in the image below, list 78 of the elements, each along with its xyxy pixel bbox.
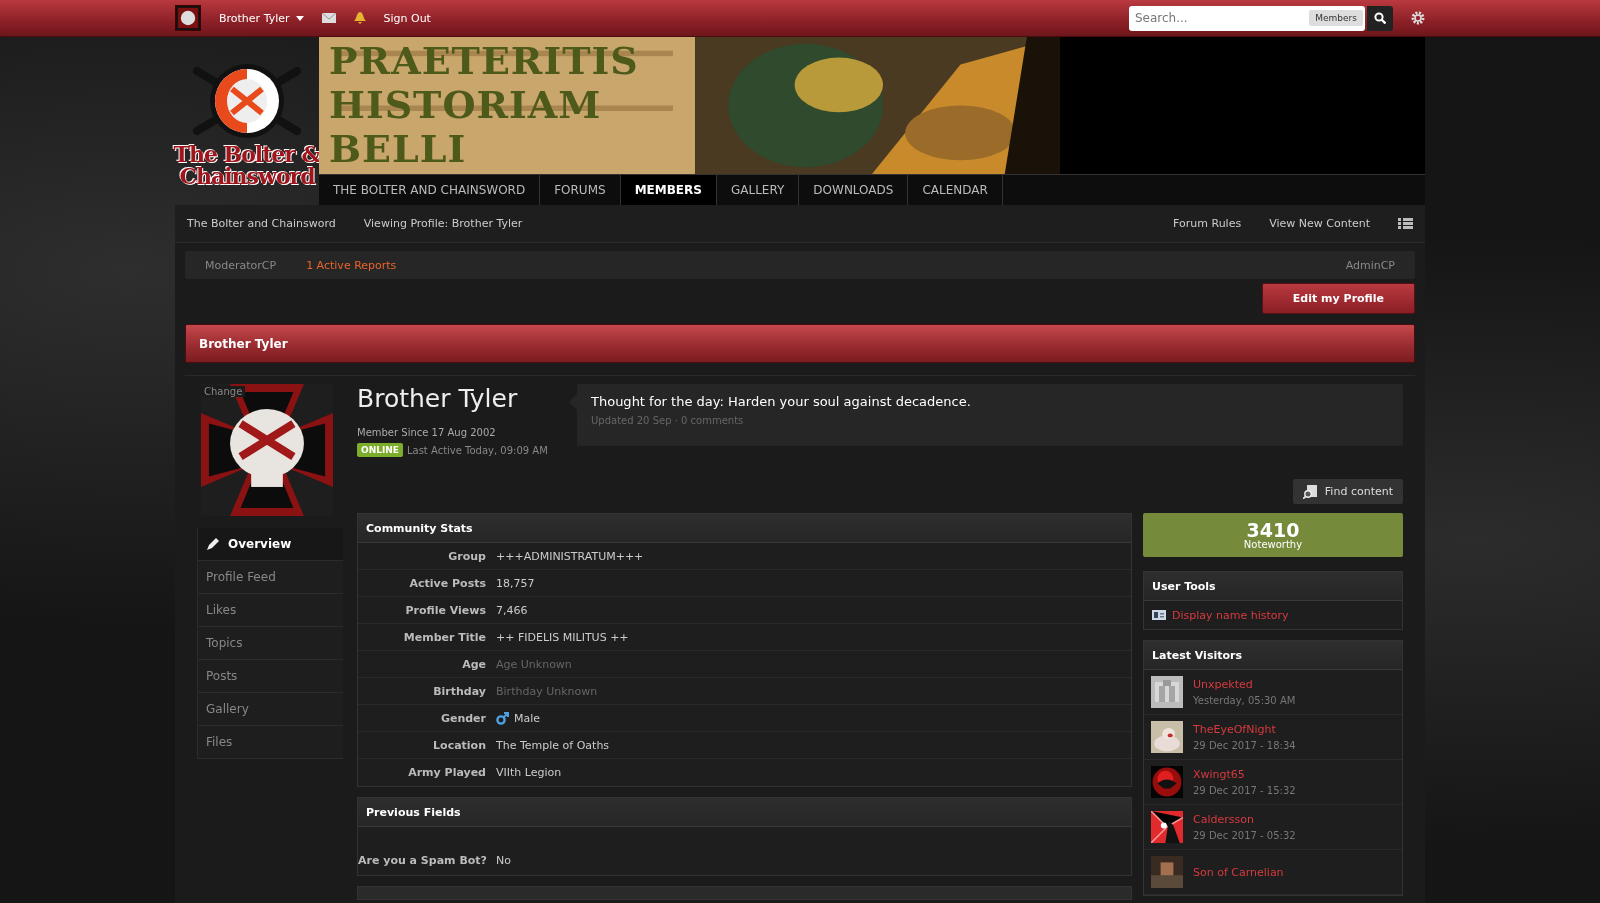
field-value: Male [514, 711, 541, 725]
pencil-icon [206, 537, 220, 551]
breadcrumb-link[interactable]: Viewing Profile: Brother Tyler [363, 217, 523, 230]
user-menu[interactable]: Brother Tyler [219, 11, 304, 25]
sign-out-link[interactable]: Sign Out [383, 11, 431, 25]
reputation-score: 3410 [1246, 520, 1300, 539]
field-label: Profile Views [404, 603, 486, 617]
field-value: Birthday Unknown [496, 684, 598, 698]
status-meta: Updated 20 Sep · 0 comments [591, 415, 745, 426]
last-active: Last Active Today, 09:09 AM [406, 444, 548, 456]
moderator-link[interactable]: ModeratorCP [205, 258, 277, 272]
document-search-icon [1302, 484, 1317, 499]
visitor-name-link[interactable]: Son of Carnelian [1193, 865, 1284, 879]
banner-title: PRAETERITIS HISTORIAM BELLI [329, 39, 639, 171]
field-value: Age Unknown [496, 657, 572, 671]
envelope-icon[interactable] [321, 13, 336, 23]
admin-link[interactable]: AdminCP [1345, 258, 1395, 272]
field-label: Birthday [432, 684, 486, 698]
profile-menu-item[interactable]: Profile Feed [197, 561, 343, 594]
male-symbol-icon [496, 711, 510, 725]
settings-icon[interactable] [1411, 11, 1425, 25]
reputation-label: Noteworthy [1243, 538, 1303, 550]
tool-link[interactable]: Display name history [1172, 608, 1289, 622]
field-value: 7,466 [496, 603, 528, 617]
member-since: Member Since 17 Aug 2002 [357, 427, 497, 438]
panel-header: Previous Fields [358, 798, 1131, 827]
visit-time: Yesterday, 05:30 AM [1193, 695, 1296, 706]
field-value: +++ADMINISTRATUM+++ [496, 549, 644, 563]
field-label: Gender [439, 711, 486, 725]
panel-header: Community Stats [358, 514, 1131, 543]
status-text: Thought for the day: Harden your soul against decadence. [591, 394, 972, 409]
breadcrumb-link[interactable]: The Bolter and Chainsword [187, 217, 336, 230]
field-value: The Temple of Oaths [496, 738, 610, 752]
search-icon [1374, 12, 1386, 24]
page-title-bar: Brother Tyler [185, 324, 1415, 363]
field-label: Active Posts [408, 576, 486, 590]
field-value: 18,757 [496, 576, 535, 590]
profile-name: Brother Tyler [357, 384, 519, 413]
field-label: Age [461, 657, 486, 671]
field-label: Are you a Spam Bot? [358, 854, 486, 867]
search-field[interactable]: Search... Members [1129, 5, 1365, 31]
panel-header: User Tools [1144, 572, 1402, 601]
list-view-icon[interactable] [1398, 218, 1413, 229]
search-scope-button[interactable]: Members [1309, 10, 1363, 26]
visit-time: 29 Dec 2017 - 15:32 [1193, 785, 1296, 796]
id-card-icon [1152, 610, 1166, 620]
search-button[interactable] [1367, 5, 1393, 31]
change-photo-link[interactable]: Change [201, 386, 246, 397]
moderator-link[interactable]: 1 Active Reports [306, 258, 397, 272]
logo-text: The Bolter & Chainsword [173, 143, 321, 187]
caret-icon [295, 15, 304, 21]
field-value: VIIth Legion [496, 766, 562, 779]
edit-profile-button[interactable]: Edit my Profile [1261, 283, 1415, 314]
header-link[interactable]: Forum Rules [1173, 217, 1242, 230]
field-label: Location [432, 738, 486, 752]
visitor-name-link[interactable]: Caldersson [1193, 813, 1296, 826]
field-label: Member Title [402, 630, 486, 644]
header-link[interactable]: View New Content [1269, 217, 1370, 230]
visitor-name-link[interactable]: Unxpekted [1193, 678, 1296, 691]
field-value: ++ FIDELIS MILITUS ++ [496, 630, 629, 644]
visitor-name-link[interactable]: TheEyeOfNight [1193, 723, 1296, 736]
visit-time: 29 Dec 2017 - 05:32 [1193, 830, 1296, 841]
visitor-name-link[interactable]: Xwingt65 [1193, 768, 1296, 781]
field-label: Army Played [407, 766, 486, 779]
field-label: Group [447, 549, 486, 563]
find-content-button[interactable]: Find content [1292, 479, 1403, 504]
profile-menu-item[interactable]: Topics [197, 627, 343, 660]
online-badge: ONLINE [357, 443, 403, 457]
bell-icon[interactable] [353, 12, 366, 24]
visit-time: 29 Dec 2017 - 18:34 [1193, 740, 1296, 751]
profile-menu-item[interactable]: Posts [197, 660, 343, 693]
panel-header: Latest Visitors [1144, 641, 1402, 670]
field-value: No [496, 854, 511, 867]
profile-menu-item[interactable]: Gallery [197, 693, 343, 726]
profile-menu-item[interactable]: Likes [197, 594, 343, 627]
profile-menu-item[interactable]: Overview [197, 528, 343, 561]
profile-menu-item[interactable]: Files [197, 726, 343, 759]
nav-tab[interactable]: MEMBERS [620, 175, 717, 205]
